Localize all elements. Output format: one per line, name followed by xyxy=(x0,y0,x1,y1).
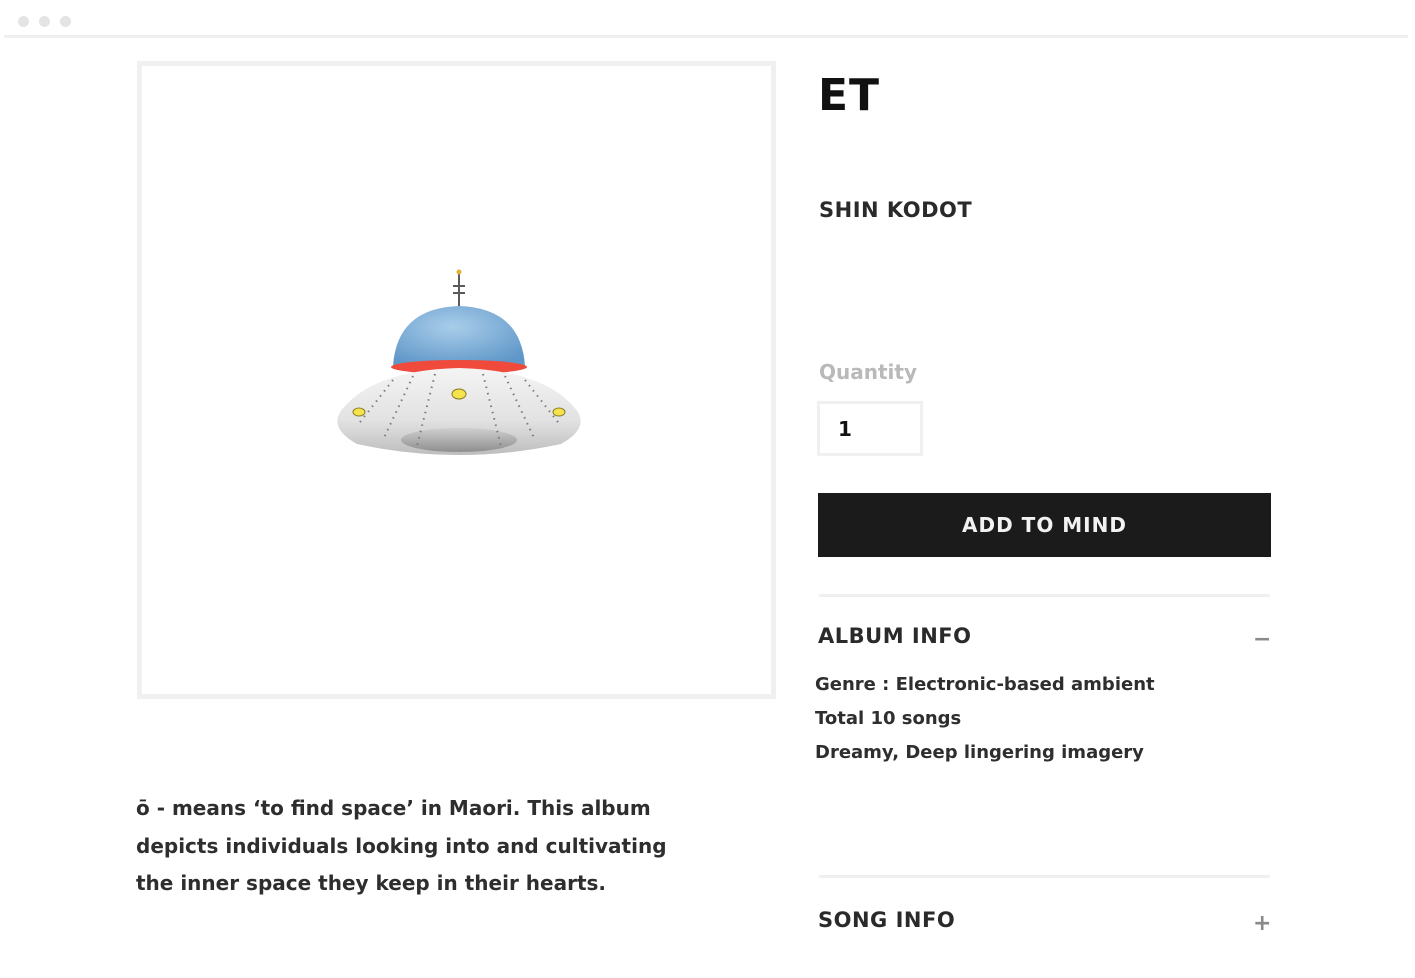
window-title-bar xyxy=(4,0,1408,38)
window-minimize-dot[interactable] xyxy=(39,16,50,27)
collapse-minus-icon[interactable]: − xyxy=(1253,626,1271,654)
album-info-details: Genre : Electronic-based ambient Total 1… xyxy=(815,668,1155,770)
quantity-input[interactable] xyxy=(817,401,923,456)
window-close-dot[interactable] xyxy=(18,16,29,27)
product-title: ET xyxy=(818,70,881,121)
description-line: depicts individuals looking into and cul… xyxy=(136,833,667,858)
album-description: ō - means ‘to find space’ in Maori. This… xyxy=(136,790,716,903)
artist-name: SHIN KODOT xyxy=(819,198,973,222)
description-line: ō - means ‘to find space’ in Maori. This… xyxy=(136,796,651,820)
description-line: the inner space they keep in their heart… xyxy=(136,871,607,895)
album-info-header[interactable]: ALBUM INFO − xyxy=(818,624,1271,658)
window-maximize-dot[interactable] xyxy=(60,16,71,27)
expand-plus-icon[interactable]: + xyxy=(1253,910,1271,938)
section-divider xyxy=(819,594,1270,597)
album-detail-item: Total 10 songs xyxy=(815,708,962,729)
product-image-frame xyxy=(137,61,776,699)
quantity-label: Quantity xyxy=(819,360,917,384)
album-info-title: ALBUM INFO xyxy=(818,624,972,648)
album-detail-item: Dreamy, Deep lingering imagery xyxy=(815,742,1144,763)
song-info-title: SONG INFO xyxy=(818,908,956,932)
song-info-header[interactable]: SONG INFO + xyxy=(818,908,1271,942)
ufo-image xyxy=(337,269,581,455)
section-divider xyxy=(819,875,1270,878)
add-to-mind-button[interactable]: ADD TO MIND xyxy=(818,493,1271,557)
album-detail-item: Genre : Electronic-based ambient xyxy=(815,674,1155,695)
